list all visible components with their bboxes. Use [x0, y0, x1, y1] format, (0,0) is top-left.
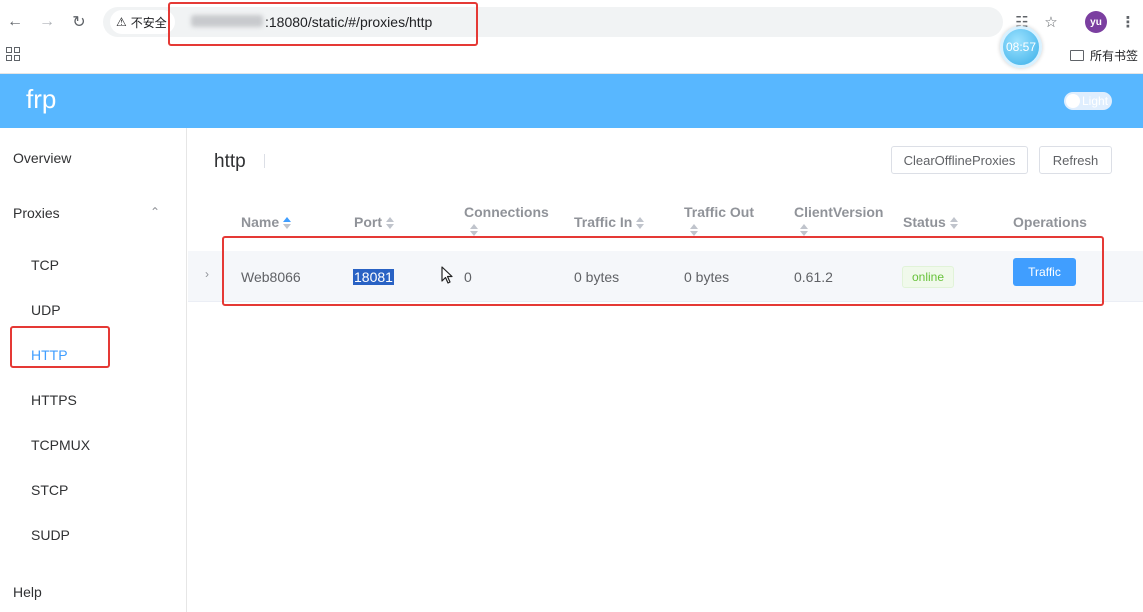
- security-label: 不安全: [130, 15, 167, 30]
- theme-toggle[interactable]: Light: [1064, 92, 1112, 110]
- title-divider: [264, 154, 265, 168]
- sort-icon[interactable]: [636, 217, 645, 230]
- sort-icon[interactable]: [470, 224, 478, 236]
- sidebar-item-proxies[interactable]: Proxies ⌃: [13, 205, 199, 221]
- clear-offline-proxies-button[interactable]: ClearOfflineProxies: [891, 146, 1028, 174]
- column-header-status[interactable]: Status: [903, 214, 958, 230]
- toggle-knob: [1066, 94, 1080, 108]
- clock-widget: 08:57: [1000, 26, 1042, 68]
- all-bookmarks[interactable]: 所有书签: [1070, 47, 1138, 64]
- profile-avatar[interactable]: yu: [1085, 11, 1107, 33]
- sidebar-item-tcpmux[interactable]: TCPMUX: [31, 437, 217, 453]
- brand-logo[interactable]: frp: [26, 84, 56, 115]
- apps-grid-icon[interactable]: [6, 47, 20, 61]
- security-indicator[interactable]: ⚠ 不安全: [110, 10, 175, 34]
- http-highlight-box: [10, 326, 110, 368]
- column-header-name[interactable]: Name: [241, 214, 292, 230]
- sort-icon[interactable]: [386, 217, 394, 230]
- column-header-operations: Operations: [1013, 214, 1087, 230]
- forward-arrow-icon[interactable]: →: [36, 11, 58, 33]
- column-label: Name: [241, 214, 280, 230]
- sidebar: Overview Proxies ⌃ TCP UDP HTTP HTTPS TC…: [0, 128, 187, 612]
- column-header-traffic-in[interactable]: Traffic In: [574, 214, 645, 230]
- back-arrow-icon[interactable]: ←: [4, 11, 26, 33]
- sidebar-item-udp[interactable]: UDP: [31, 302, 217, 318]
- page-title: http: [214, 151, 246, 172]
- star-icon[interactable]: ☆: [1040, 11, 1062, 33]
- chevron-up-icon: ⌃: [150, 205, 161, 219]
- folder-icon: [1070, 50, 1084, 61]
- sidebar-item-stcp[interactable]: STCP: [31, 482, 217, 498]
- column-label: Status: [903, 214, 946, 230]
- row-highlight-box: [222, 236, 1104, 306]
- sidebar-item-https[interactable]: HTTPS: [31, 392, 217, 408]
- app-header: frp Light: [0, 74, 1143, 128]
- refresh-button[interactable]: Refresh: [1039, 146, 1112, 174]
- column-label: Connections: [464, 204, 549, 220]
- column-header-connections[interactable]: Connections: [464, 204, 549, 236]
- bookmarks-label: 所有书签: [1090, 49, 1139, 63]
- column-header-client-version[interactable]: ClientVersion: [794, 204, 883, 236]
- chevron-right-icon[interactable]: ›: [205, 267, 209, 281]
- column-label: Port: [354, 214, 382, 230]
- sidebar-item-label: Proxies: [13, 205, 60, 221]
- theme-label: Light: [1082, 94, 1109, 108]
- sidebar-item-overview[interactable]: Overview: [13, 150, 199, 166]
- sort-icon[interactable]: [949, 217, 958, 230]
- column-header-port[interactable]: Port: [354, 214, 394, 230]
- column-label: Traffic In: [574, 214, 633, 230]
- column-label: ClientVersion: [794, 204, 884, 220]
- menu-kebab-icon[interactable]: ⋮: [1117, 11, 1139, 33]
- sidebar-item-help[interactable]: Help: [13, 584, 199, 600]
- sort-icon[interactable]: [800, 224, 808, 236]
- column-header-traffic-out[interactable]: Traffic Out: [684, 204, 754, 236]
- sidebar-item-sudp[interactable]: SUDP: [31, 527, 217, 543]
- sort-icon[interactable]: [690, 224, 698, 236]
- mouse-cursor-icon: [441, 266, 453, 284]
- warning-icon: ⚠: [116, 15, 127, 29]
- column-label: Traffic Out: [684, 204, 755, 220]
- url-highlight-box: [168, 2, 478, 46]
- browser-chrome: ← → ↻ ⚠ 不安全 :18080/static/#/proxies/http…: [0, 0, 1143, 74]
- reload-icon[interactable]: ↻: [68, 11, 90, 33]
- sort-icon[interactable]: [283, 217, 292, 230]
